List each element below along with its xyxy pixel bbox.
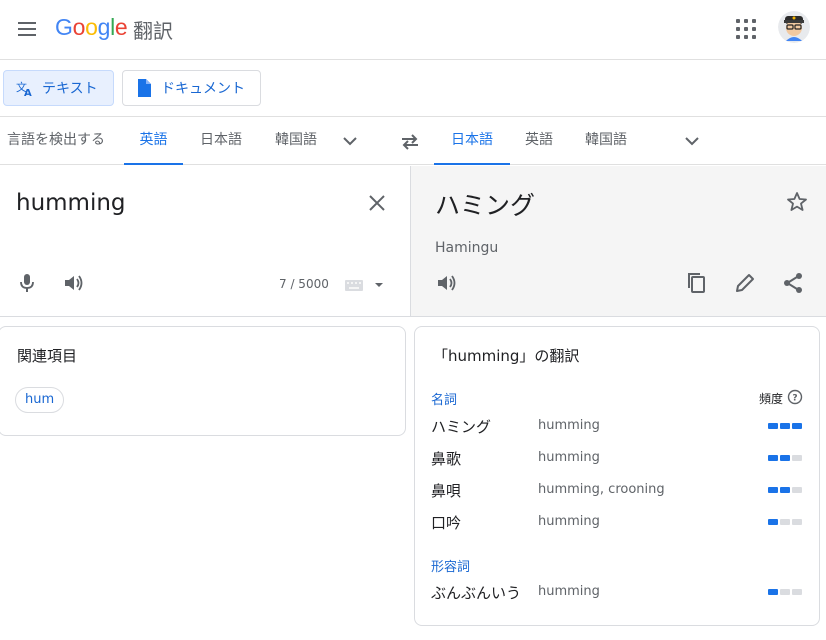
app-header: Google 翻訳 — [0, 0, 826, 60]
logo-letter: o — [72, 14, 86, 40]
dictionary-entry-row[interactable]: ハミング humming — [431, 416, 805, 442]
share-icon[interactable] — [781, 271, 805, 295]
logo-letter: g — [97, 14, 111, 40]
swap-languages-icon[interactable] — [398, 130, 422, 154]
dictionary-entry-row[interactable]: ぶんぶんいう humming — [431, 582, 805, 608]
reverse-translation[interactable]: humming — [538, 418, 600, 433]
document-icon — [135, 79, 153, 97]
source-lang-tab-korean[interactable]: 韓国語 — [268, 117, 324, 165]
google-logo[interactable]: Google — [55, 14, 128, 41]
target-speaker-icon[interactable] — [435, 272, 459, 294]
dictionary-term: ハミング — [431, 418, 492, 436]
source-panel: humming 7 / 5000 — [0, 166, 410, 317]
frequency-label: 頻度 — [759, 392, 784, 406]
source-lang-detect[interactable]: 言語を検出する — [0, 117, 112, 165]
dictionary-entry-row[interactable]: 鼻歌 humming — [431, 448, 805, 474]
microphone-icon[interactable] — [16, 272, 38, 294]
reverse-translation[interactable]: humming, crooning — [538, 482, 665, 497]
character-count: 7 / 5000 — [279, 277, 329, 291]
part-of-speech-label: 名詞 — [431, 393, 458, 408]
logo-letter: e — [114, 14, 128, 40]
romanization-text: Hamingu — [435, 240, 499, 256]
save-translation-star-icon[interactable] — [785, 190, 809, 214]
source-lang-more-chevron-icon[interactable] — [340, 131, 360, 151]
target-lang-more-chevron-icon[interactable] — [682, 131, 702, 151]
clear-source-close-icon[interactable] — [364, 190, 390, 216]
main-menu-icon[interactable] — [14, 16, 40, 42]
source-lang-tab-japanese[interactable]: 日本語 — [193, 117, 249, 165]
reverse-translation[interactable]: humming — [538, 450, 600, 465]
text-mode-button[interactable]: 文A テキスト — [3, 70, 114, 106]
dictionary-card: 「humming」の翻訳 名詞 頻度 ? ハミング humming 鼻歌 hum… — [414, 326, 820, 626]
related-term-chip[interactable]: hum — [15, 387, 65, 413]
frequency-bar — [768, 487, 802, 493]
help-circle-icon[interactable]: ? — [787, 389, 803, 405]
dictionary-term: 口吟 — [431, 514, 462, 532]
source-speaker-icon[interactable] — [62, 272, 86, 294]
account-avatar[interactable] — [778, 11, 810, 43]
document-mode-label: ドキュメント — [161, 81, 245, 97]
edit-pencil-icon[interactable] — [733, 271, 757, 295]
reverse-translation[interactable]: humming — [538, 514, 600, 529]
copy-icon[interactable] — [685, 271, 709, 295]
language-bar: 言語を検出する 英語 日本語 韓国語 日本語 英語 韓国語 — [0, 117, 826, 165]
target-lang-tab-japanese[interactable]: 日本語 — [434, 117, 510, 165]
document-mode-button[interactable]: ドキュメント — [122, 70, 261, 106]
dictionary-term: 鼻唄 — [431, 482, 462, 500]
dictionary-entry-row[interactable]: 口吟 humming — [431, 512, 805, 538]
keyboard-icon[interactable] — [344, 277, 386, 293]
frequency-bar — [768, 423, 802, 429]
related-terms-title: 関連項目 — [17, 347, 78, 365]
related-terms-card: 関連項目 hum — [0, 326, 406, 436]
mode-bar: 文A テキスト ドキュメント — [0, 61, 826, 117]
source-lang-tab-english[interactable]: 英語 — [124, 117, 183, 165]
frequency-bar — [768, 519, 802, 525]
translate-icon: 文A — [16, 79, 34, 97]
svg-text:A: A — [24, 88, 32, 97]
target-lang-tab-english[interactable]: 英語 — [516, 117, 562, 165]
dictionary-title: 「humming」の翻訳 — [433, 347, 580, 365]
frequency-bar — [768, 589, 802, 595]
dictionary-entry-row[interactable]: 鼻唄 humming, crooning — [431, 480, 805, 506]
svg-text:?: ? — [792, 394, 797, 404]
target-lang-tab-korean[interactable]: 韓国語 — [578, 117, 634, 165]
source-text-input[interactable]: humming — [16, 190, 126, 216]
text-mode-label: テキスト — [42, 81, 98, 97]
translation-output: ハミング — [435, 191, 536, 220]
part-of-speech-label: 形容詞 — [431, 560, 471, 575]
product-name: 翻訳 — [133, 19, 173, 43]
target-panel: ハミング Hamingu — [410, 166, 826, 317]
logo-letter: G — [55, 14, 73, 40]
reverse-translation[interactable]: humming — [538, 584, 600, 599]
dictionary-term: ぶんぶんいう — [431, 584, 522, 602]
logo-letter: o — [85, 14, 98, 40]
frequency-bar — [768, 455, 802, 461]
apps-grid-icon[interactable] — [735, 18, 757, 40]
dictionary-term: 鼻歌 — [431, 450, 462, 468]
